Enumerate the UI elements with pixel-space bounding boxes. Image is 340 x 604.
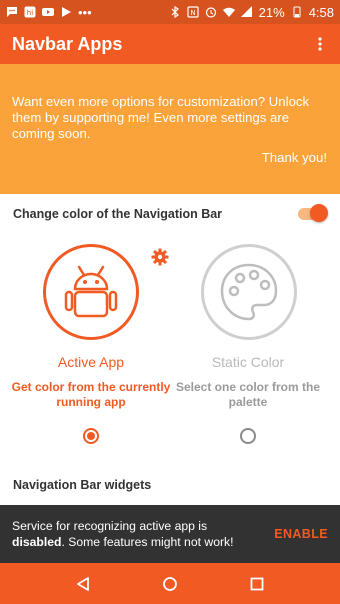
back-icon xyxy=(77,576,90,591)
back-button[interactable] xyxy=(71,572,95,596)
youtube-icon xyxy=(42,8,54,16)
play-store-icon xyxy=(62,7,71,17)
status-left-icons: hi ••• xyxy=(6,5,92,20)
navbar-color-toggle[interactable] xyxy=(298,204,328,224)
snackbar-message-suffix: . Some features might not work! xyxy=(61,535,234,549)
snackbar-message: Service for recognizing active app is di… xyxy=(12,518,262,550)
home-icon xyxy=(163,576,177,591)
svg-text:N: N xyxy=(190,9,195,17)
palette-icon xyxy=(220,263,278,321)
section-title-widgets: Navigation Bar widgets xyxy=(13,478,152,492)
active-app-option[interactable] xyxy=(43,244,139,340)
section-title-change-color: Change color of the Navigation Bar xyxy=(13,207,223,221)
status-bar: hi ••• N 21% 4:58 xyxy=(0,0,340,24)
overflow-menu-button[interactable] xyxy=(312,32,328,56)
active-app-description: Get color from the currently running app xyxy=(11,380,171,409)
dots-icon: ••• xyxy=(78,4,92,20)
snackbar: Service for recognizing active app is di… xyxy=(0,505,340,563)
system-nav-bar xyxy=(0,563,340,604)
toggle-thumb xyxy=(310,204,328,222)
signal-icon xyxy=(240,6,252,17)
home-button[interactable] xyxy=(158,572,182,596)
chat-icon xyxy=(7,7,17,17)
static-color-radio[interactable] xyxy=(240,428,256,444)
enable-button[interactable]: ENABLE xyxy=(274,527,328,541)
clock: 4:58 xyxy=(308,4,334,20)
battery-icon xyxy=(293,6,301,18)
snackbar-message-prefix: Service for recognizing active app is xyxy=(12,519,208,533)
wifi-icon xyxy=(222,7,235,17)
promo-message: Want even more options for customization… xyxy=(12,94,310,141)
more-vert-icon xyxy=(318,37,322,51)
app-title: Navbar Apps xyxy=(12,33,123,54)
recents-button[interactable] xyxy=(245,572,269,596)
settings-gear-icon[interactable] xyxy=(151,248,169,266)
status-right-icons: N 21% 4:58 xyxy=(169,5,334,20)
radio-selected-dot xyxy=(87,432,95,440)
android-icon xyxy=(64,265,118,318)
static-color-description: Select one color from the palette xyxy=(175,380,321,409)
snackbar-message-status: disabled xyxy=(12,535,62,549)
promo-banner[interactable]: Want even more options for customization… xyxy=(0,64,340,194)
alarm-icon xyxy=(205,7,216,18)
hangouts-icon: hi xyxy=(24,6,36,18)
app-bar: Navbar Apps xyxy=(0,24,340,64)
svg-text:hi: hi xyxy=(27,9,33,17)
active-app-label: Active App xyxy=(57,354,125,370)
static-color-option[interactable] xyxy=(201,244,297,340)
promo-thanks: Thank you! xyxy=(261,150,327,165)
active-app-radio[interactable] xyxy=(83,428,99,444)
nfc-icon: N xyxy=(187,6,199,18)
recents-icon xyxy=(250,577,264,590)
battery-percent: 21% xyxy=(258,4,285,20)
bluetooth-icon xyxy=(171,6,179,18)
static-color-label: Static Color xyxy=(211,354,285,370)
